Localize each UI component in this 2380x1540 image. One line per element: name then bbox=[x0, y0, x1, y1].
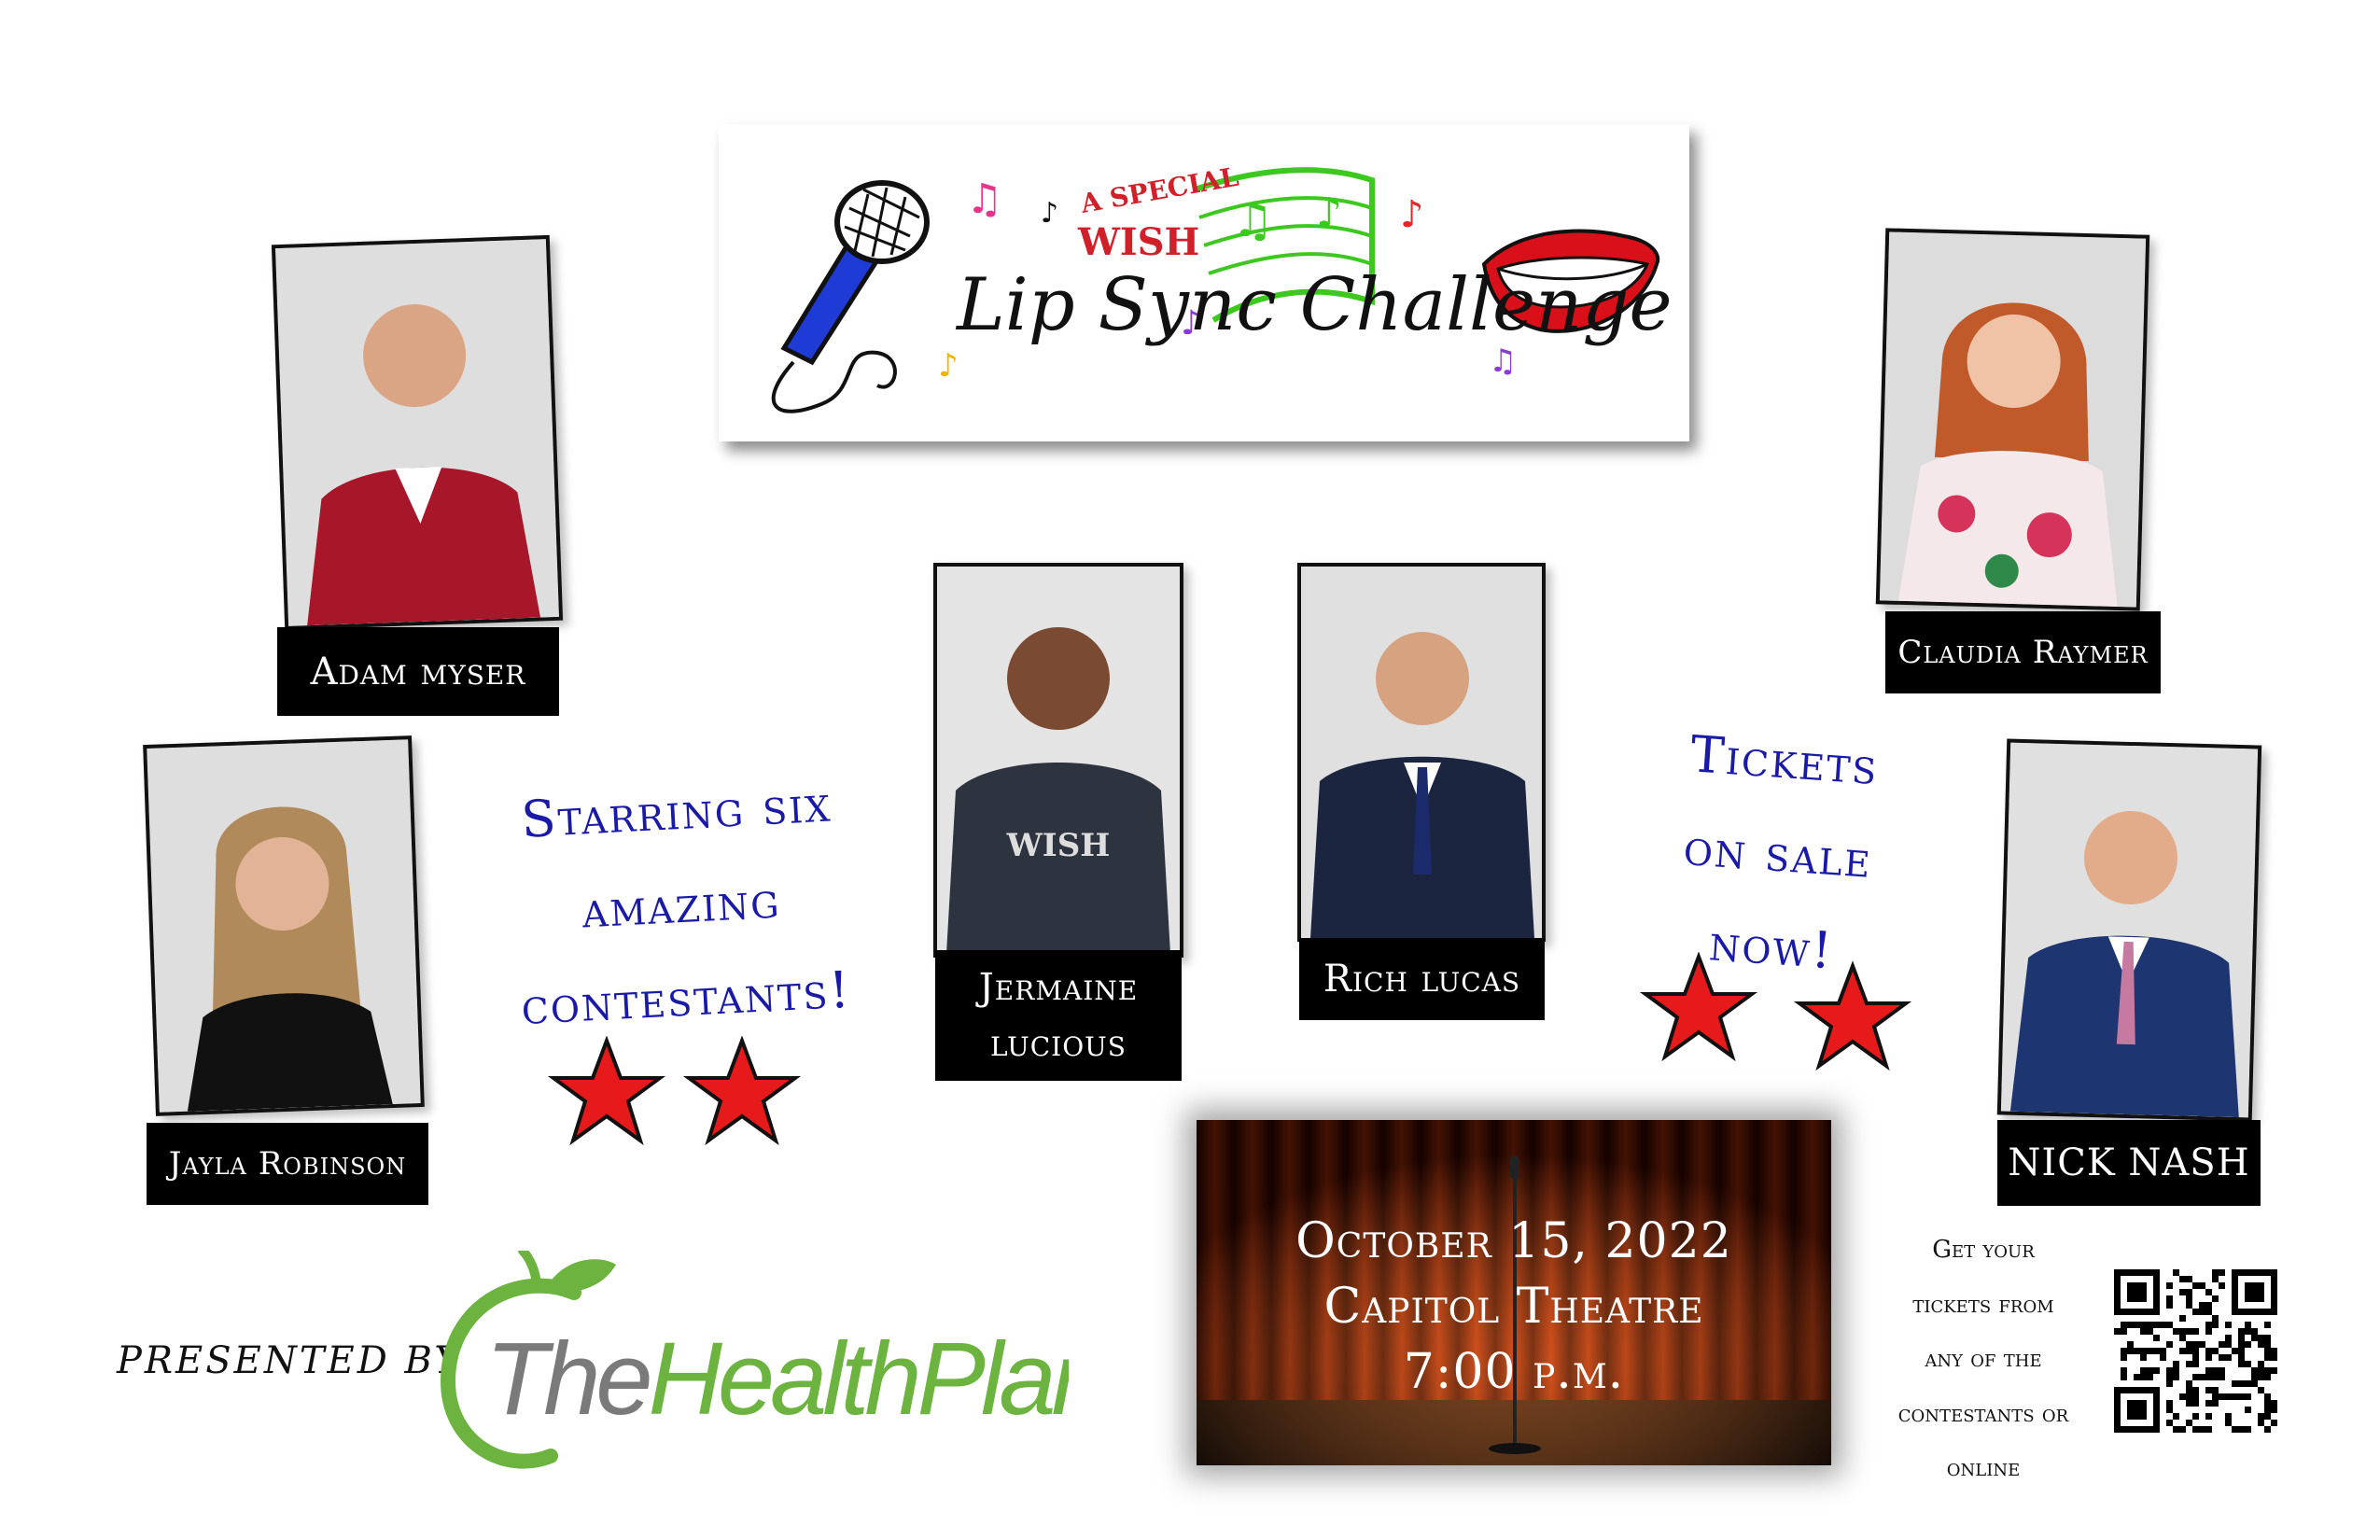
svg-text:♪: ♪ bbox=[1041, 197, 1058, 230]
svg-text:♫: ♫ bbox=[966, 175, 1002, 223]
ticket-note-line2: tickets from bbox=[1912, 1290, 2054, 1319]
event-details-curtain: October 15, 2022 Capitol Theatre 7:00 p.… bbox=[1197, 1120, 1831, 1465]
portrait-image bbox=[1301, 567, 1542, 938]
ticket-note-line5: online bbox=[1946, 1454, 2021, 1482]
lip-sync-logo: ♫ ♪ ♪ ♪ ♪ ♫ ♫ ♪ A SPECIAL WISH Lip Sync … bbox=[771, 161, 1672, 413]
star-pair-right bbox=[1639, 952, 1912, 1071]
logo-title: Lip Sync Challenge bbox=[955, 263, 1672, 347]
starring-text: Starring six amazing contestants! bbox=[478, 755, 884, 1055]
svg-text:♪: ♪ bbox=[1316, 189, 1342, 237]
ticket-purchase-note: Get your tickets from any of the contest… bbox=[1862, 1223, 2105, 1496]
portrait-image bbox=[275, 239, 559, 626]
contestant-name-jermaine: Jermaine lucious bbox=[935, 950, 1182, 1081]
svg-text:♪: ♪ bbox=[1400, 193, 1424, 236]
event-logo-banner: ♫ ♪ ♪ ♪ ♪ ♫ ♫ ♪ A SPECIAL WISH Lip Sync … bbox=[719, 124, 1689, 441]
svg-text:♫: ♫ bbox=[1232, 193, 1274, 247]
svg-text:♫: ♫ bbox=[1489, 343, 1517, 380]
contestant-photo-nick bbox=[1996, 738, 2262, 1122]
qr-code-icon[interactable] bbox=[2114, 1269, 2277, 1433]
star-icon bbox=[682, 1036, 802, 1146]
star-pair-left bbox=[547, 1036, 802, 1146]
portrait-image: WISH bbox=[937, 567, 1180, 954]
event-date: October 15, 2022 bbox=[1295, 1213, 1732, 1269]
contestant-photo-claudia bbox=[1875, 228, 2150, 611]
contestant-name-rich: Rich lucas bbox=[1299, 938, 1545, 1020]
event-time: 7:00 p.m. bbox=[1403, 1344, 1625, 1400]
portrait-image bbox=[2000, 742, 2259, 1118]
star-icon bbox=[1639, 952, 1758, 1062]
sponsor-name-part1: The bbox=[485, 1322, 650, 1436]
ticket-note-line4: contestants or bbox=[1897, 1399, 2069, 1428]
star-icon bbox=[547, 1036, 666, 1146]
svg-text:WISH: WISH bbox=[1006, 827, 1111, 864]
contestant-photo-jayla bbox=[143, 735, 425, 1116]
ticket-note-line3: any of the bbox=[1925, 1345, 2042, 1373]
presented-by-label: PRESENTED BY bbox=[117, 1339, 462, 1382]
portrait-image bbox=[1879, 231, 2147, 608]
contestant-name-jayla: Jayla Robinson bbox=[147, 1123, 428, 1205]
contestant-photo-jermaine: WISH bbox=[933, 563, 1183, 958]
ticket-note-line1: Get your bbox=[1932, 1236, 2035, 1264]
logo-line2: WISH bbox=[1077, 220, 1199, 264]
contestant-name-nick: NICK NASH bbox=[1997, 1120, 2261, 1206]
sponsor-name-part2: HealthPlan bbox=[649, 1322, 1069, 1436]
microphone-icon bbox=[771, 180, 930, 413]
event-venue: Capitol Theatre bbox=[1323, 1279, 1704, 1335]
portrait-image bbox=[147, 739, 421, 1113]
sponsor-logo: TheHealthPlan bbox=[440, 1251, 1069, 1469]
contestant-photo-adam bbox=[271, 234, 564, 631]
contestant-photo-rich bbox=[1297, 563, 1546, 942]
contestant-name-claudia: Claudia Raymer bbox=[1885, 611, 2161, 693]
sponsor-name: TheHealthPlan bbox=[485, 1322, 1069, 1436]
svg-text:♪: ♪ bbox=[938, 347, 959, 385]
contestant-name-adam: Adam myser bbox=[277, 627, 559, 716]
star-icon bbox=[1793, 960, 1912, 1071]
